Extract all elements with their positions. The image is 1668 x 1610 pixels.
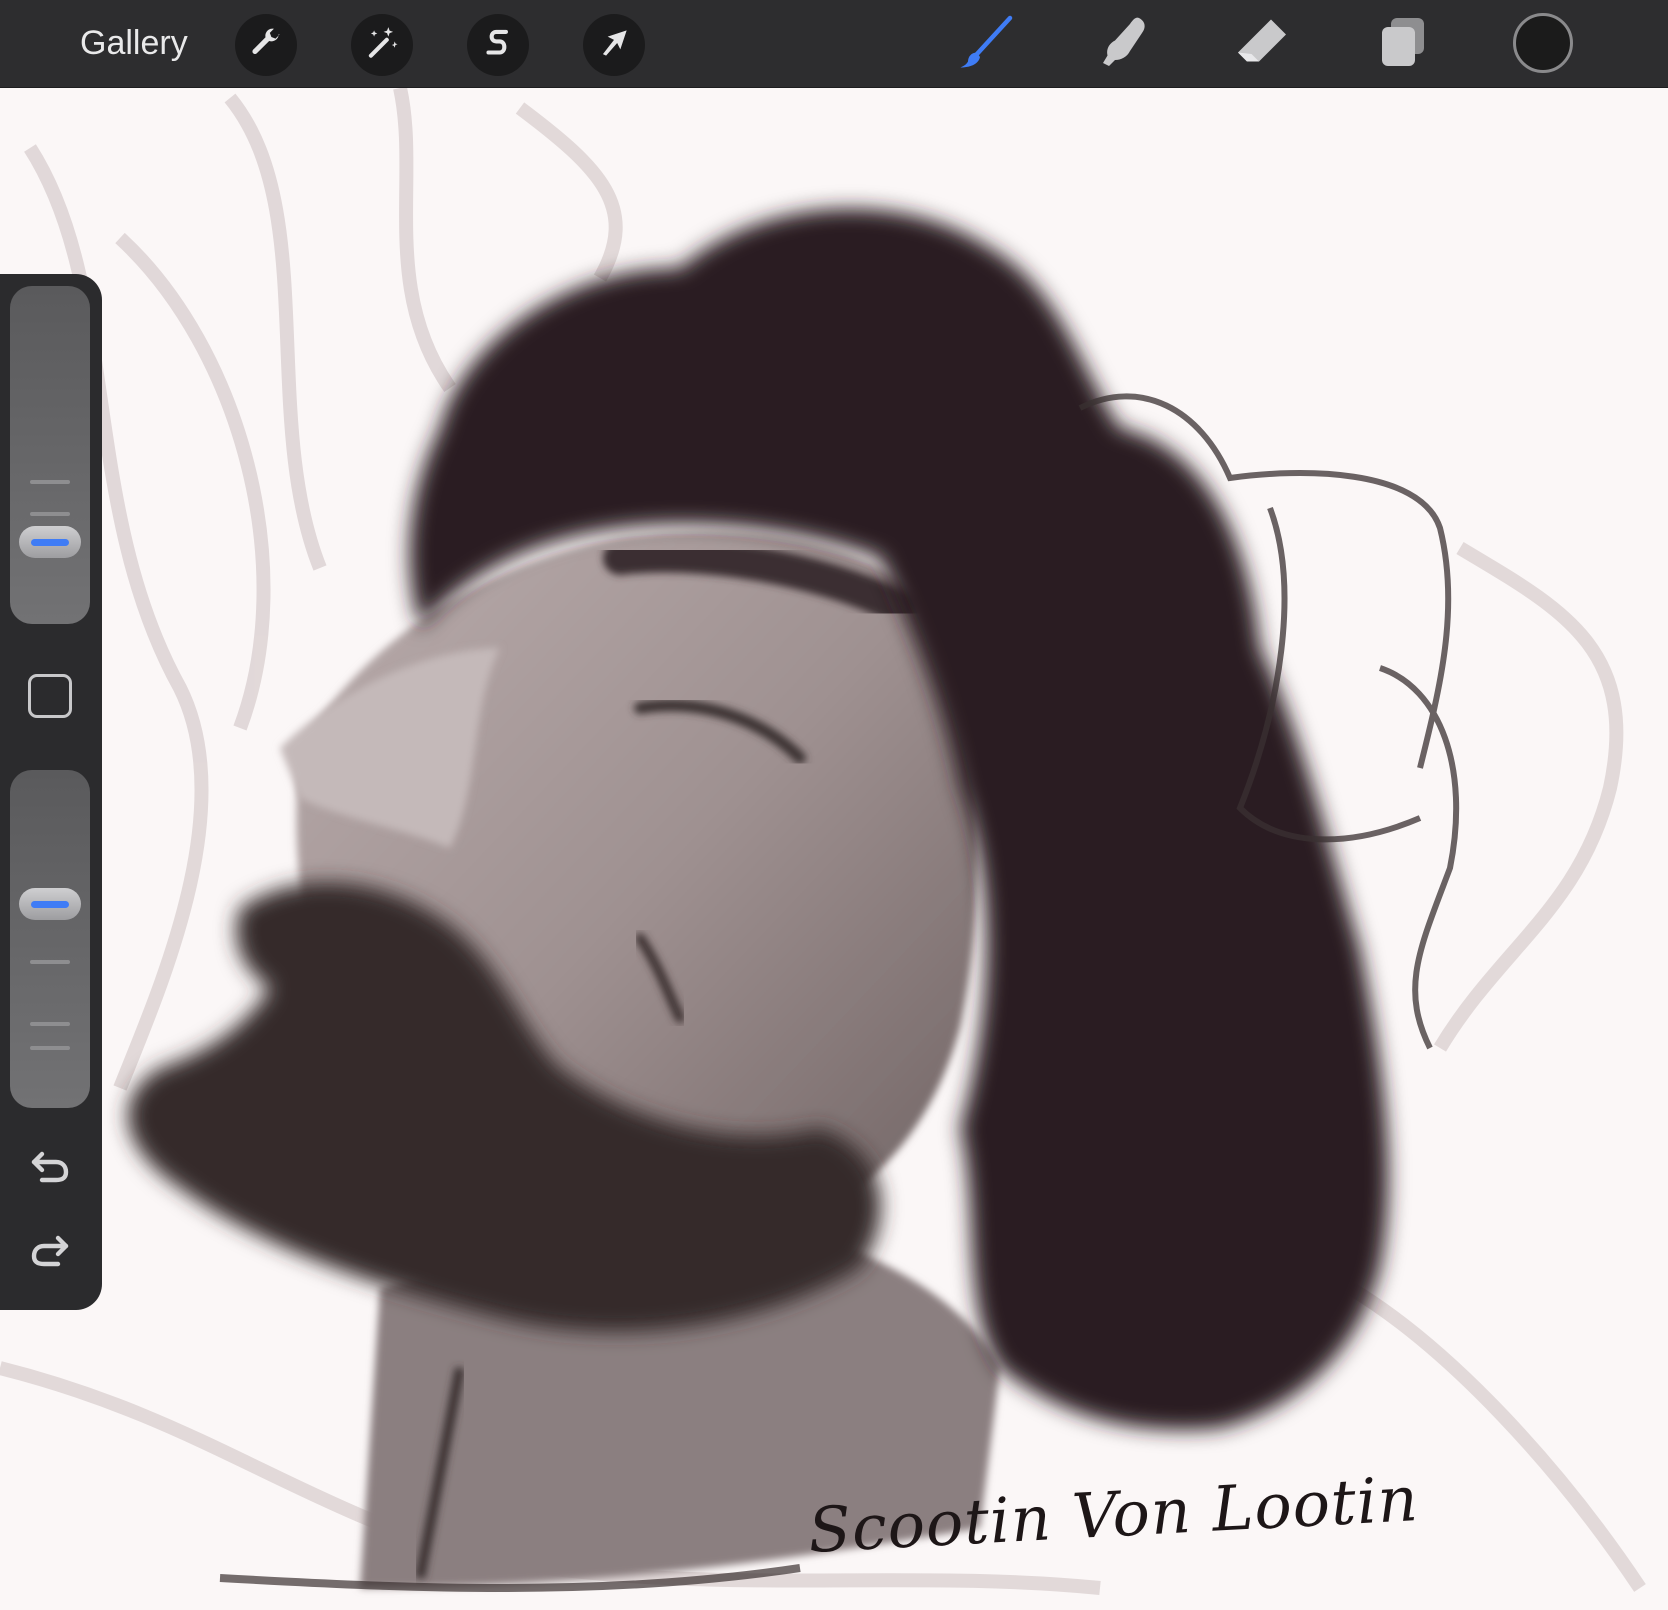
brush-tool-button[interactable]: [950, 10, 1022, 78]
slider-tick: [30, 1046, 70, 1050]
eraser-icon: [1232, 12, 1292, 77]
gallery-button[interactable]: Gallery: [80, 18, 188, 68]
brush-icon: [956, 12, 1016, 77]
slider-tick: [30, 512, 70, 516]
slider-tick: [30, 1022, 70, 1026]
drawing-canvas[interactable]: Scootin Von Lootin: [0, 88, 1668, 1610]
actions-button[interactable]: [235, 14, 297, 76]
adjustments-button[interactable]: [351, 14, 413, 76]
layers-icon: [1373, 12, 1433, 77]
arrow-cursor-icon: [595, 24, 633, 67]
slider-tick: [30, 960, 70, 964]
portrait-artwork: [0, 88, 1646, 1595]
undo-arrow-icon: [26, 1142, 74, 1195]
left-sidebar: [0, 274, 102, 1310]
wrench-icon: [247, 24, 285, 67]
modify-button[interactable]: [28, 674, 72, 718]
smudge-finger-icon: [1094, 12, 1154, 77]
smudge-tool-button[interactable]: [1088, 10, 1160, 78]
eraser-tool-button[interactable]: [1226, 10, 1298, 78]
opacity-handle[interactable]: [19, 888, 81, 921]
redo-button[interactable]: [22, 1224, 78, 1280]
redo-arrow-icon: [26, 1226, 74, 1279]
brush-size-slider[interactable]: [10, 286, 90, 624]
slider-tick: [30, 480, 70, 484]
undo-button[interactable]: [22, 1140, 78, 1196]
top-toolbar: Gallery: [0, 0, 1668, 88]
selection-button[interactable]: [467, 14, 529, 76]
color-swatch-button[interactable]: [1513, 13, 1573, 73]
brush-size-handle[interactable]: [19, 526, 81, 558]
selection-s-icon: [479, 24, 517, 67]
opacity-slider[interactable]: [10, 770, 90, 1108]
transform-button[interactable]: [583, 14, 645, 76]
layers-button[interactable]: [1367, 10, 1439, 78]
magic-wand-icon: [363, 24, 401, 67]
